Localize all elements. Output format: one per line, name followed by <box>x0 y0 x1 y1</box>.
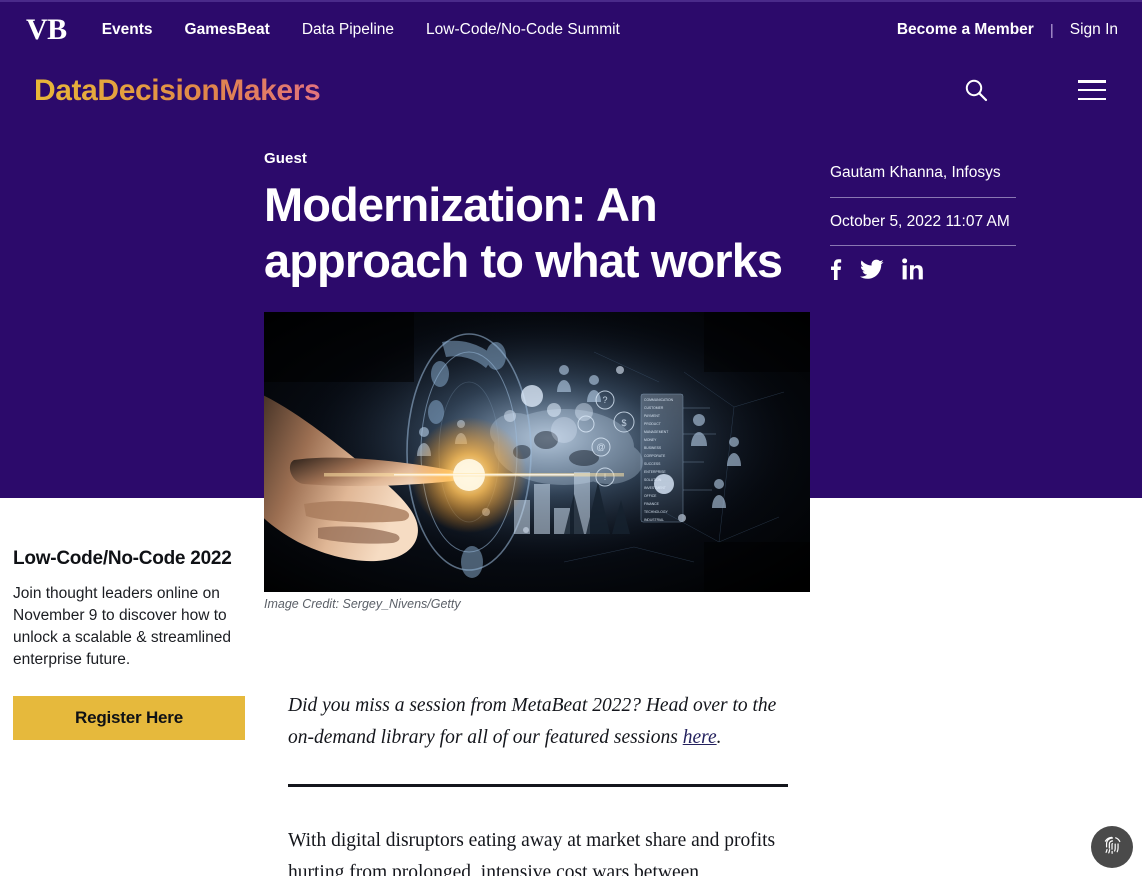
svg-text:MONEY: MONEY <box>644 438 657 442</box>
nav-item-data-pipeline[interactable]: Data Pipeline <box>302 21 394 39</box>
venturebeat-logo[interactable]: VB <box>26 15 67 45</box>
hamburger-bar-2 <box>1078 88 1106 92</box>
article-lede: Did you miss a session from MetaBeat 202… <box>288 690 788 753</box>
datadecisionmakers-title[interactable]: DataDecisionMakers <box>34 74 321 108</box>
article-title: Modernization: An approach to what works <box>264 178 783 287</box>
promo-description: Join thought leaders online on November … <box>13 585 231 668</box>
page-root: VB Events GamesBeat Data Pipeline Low-Co… <box>0 0 1142 876</box>
become-a-member-link[interactable]: Become a Member <box>897 21 1034 39</box>
svg-text:?: ? <box>602 395 607 405</box>
facebook-icon[interactable] <box>830 258 842 281</box>
article-header: Guest Modernization: An approach to what… <box>264 150 812 289</box>
privacy-consent-button[interactable] <box>1091 826 1133 868</box>
article-kicker: Guest <box>264 150 308 167</box>
svg-text:SOLUTION: SOLUTION <box>644 478 662 482</box>
svg-text:MANAGEMENT: MANAGEMENT <box>644 430 668 434</box>
social-share-bar <box>830 246 1016 281</box>
svg-text:FINANCE: FINANCE <box>644 502 660 506</box>
svg-text:COMMUNICATION: COMMUNICATION <box>644 398 674 402</box>
search-icon[interactable] <box>962 76 990 104</box>
section-divider <box>288 784 788 788</box>
svg-text:@: @ <box>596 442 605 452</box>
article-publish-date: October 5, 2022 11:07 AM <box>830 198 1016 247</box>
fingerprint-icon <box>1101 834 1124 860</box>
twitter-icon[interactable] <box>860 258 884 280</box>
article-hero-image: ? $ @ ! COMMUNICATION CUSTOMER PAYMENT P… <box>264 312 810 592</box>
lede-text-part2: . <box>716 726 722 748</box>
svg-text:PRODUCT: PRODUCT <box>644 422 661 426</box>
svg-text:BUSINESS: BUSINESS <box>644 446 662 450</box>
nav-account-actions: Become a Member | Sign In <box>897 0 1118 60</box>
svg-text:SUCCESS: SUCCESS <box>644 462 661 466</box>
svg-text:INDUSTRIAL: INDUSTRIAL <box>644 518 664 522</box>
nav-item-gamesbeat[interactable]: GamesBeat <box>185 21 270 39</box>
hamburger-bar-1 <box>1078 80 1106 83</box>
svg-text:$: $ <box>621 418 626 428</box>
register-here-button[interactable]: Register Here <box>13 696 245 740</box>
promo-card: Low-Code/No-Code 2022 Join thought leade… <box>13 548 245 740</box>
article-author[interactable]: Gautam Khanna, Infosys <box>830 163 1016 199</box>
svg-text:CUSTOMER: CUSTOMER <box>644 406 664 410</box>
nav-item-low-code-summit[interactable]: Low-Code/No-Code Summit <box>426 21 620 39</box>
image-credit-caption: Image Credit: Sergey_Nivens/Getty <box>264 597 461 611</box>
nav-item-events[interactable]: Events <box>102 21 153 39</box>
svg-text:ENTERPRISE: ENTERPRISE <box>644 470 666 474</box>
svg-text:CORPORATE: CORPORATE <box>644 454 666 458</box>
top-navigation-bar: VB Events GamesBeat Data Pipeline Low-Co… <box>0 0 1142 60</box>
on-demand-library-link[interactable]: here <box>683 727 717 748</box>
article-paragraph-1: With digital disruptors eating away at m… <box>288 830 776 876</box>
svg-text:PAYMENT: PAYMENT <box>644 414 660 418</box>
promo-title: Low-Code/No-Code 2022 <box>13 548 232 569</box>
hamburger-bar-3 <box>1078 97 1106 100</box>
sign-in-link[interactable]: Sign In <box>1070 21 1118 39</box>
hamburger-menu-icon[interactable] <box>1078 80 1106 100</box>
article-body: Did you miss a session from MetaBeat 202… <box>288 690 788 876</box>
svg-text:TECHNOLOGY: TECHNOLOGY <box>644 510 668 514</box>
linkedin-icon[interactable] <box>902 258 923 280</box>
svg-text:INVESTMENT: INVESTMENT <box>644 486 666 490</box>
article-meta-sidebar: Gautam Khanna, Infosys October 5, 2022 1… <box>830 163 1016 281</box>
svg-text:OFFICE: OFFICE <box>644 494 657 498</box>
nav-divider: | <box>1049 21 1054 39</box>
primary-nav-links: Events GamesBeat Data Pipeline Low-Code/… <box>102 21 652 39</box>
